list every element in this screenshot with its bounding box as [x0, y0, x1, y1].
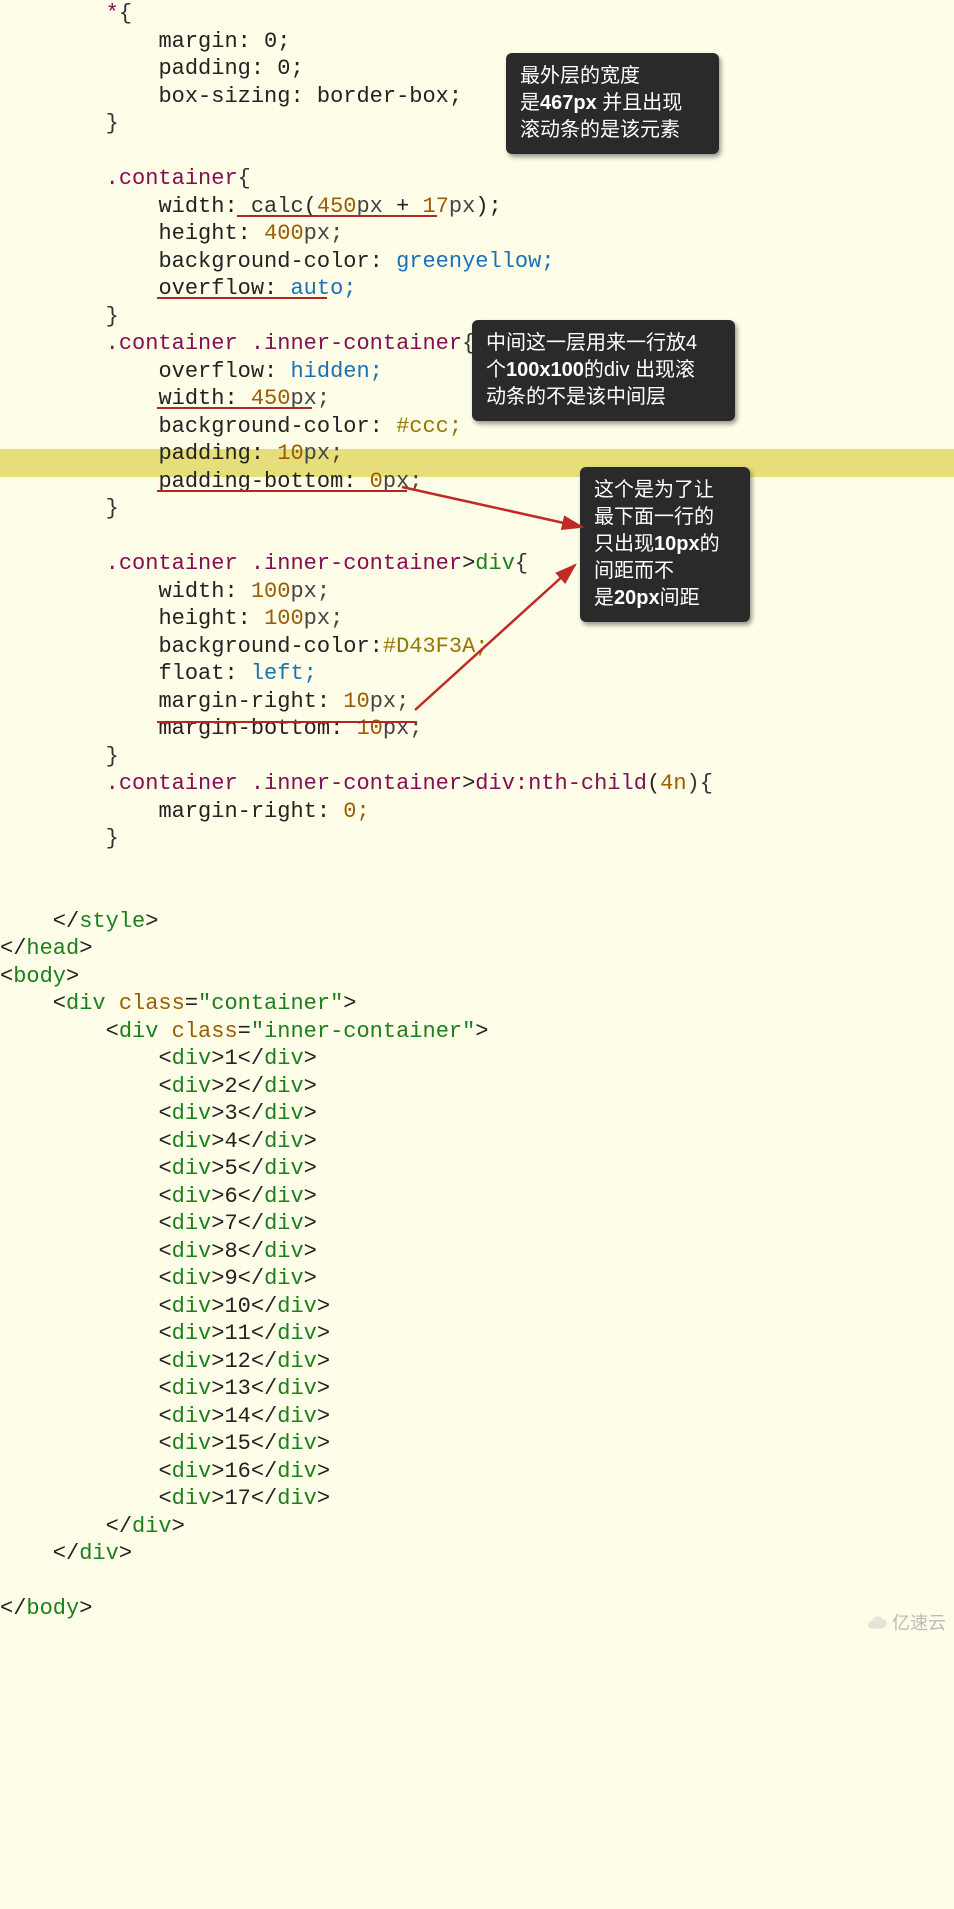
cloud-icon: [866, 1612, 888, 1634]
watermark: 亿速云: [866, 1612, 946, 1635]
underline-overflow-auto: [157, 297, 327, 299]
annotation-2: 中间这一层用来一行放4 个100x100的div 出现滚 动条的不是该中间层: [472, 320, 735, 421]
code-block: *{ margin: 0; padding: 0; box-sizing: bo…: [0, 0, 954, 1643]
arrow-1: [397, 462, 597, 542]
underline-margin-bottom: [157, 721, 417, 723]
annotation-3: 这个是为了让 最下面一行的 只出现10px的 间距而不 是20px间距: [580, 467, 750, 622]
annotation-1: 最外层的宽度 是467px 并且出现 滚动条的是该元素: [506, 53, 719, 154]
underline-calc: [237, 215, 437, 217]
underline-padding-bottom: [157, 490, 407, 492]
underline-width-450: [157, 407, 312, 409]
arrow-2: [410, 555, 590, 725]
